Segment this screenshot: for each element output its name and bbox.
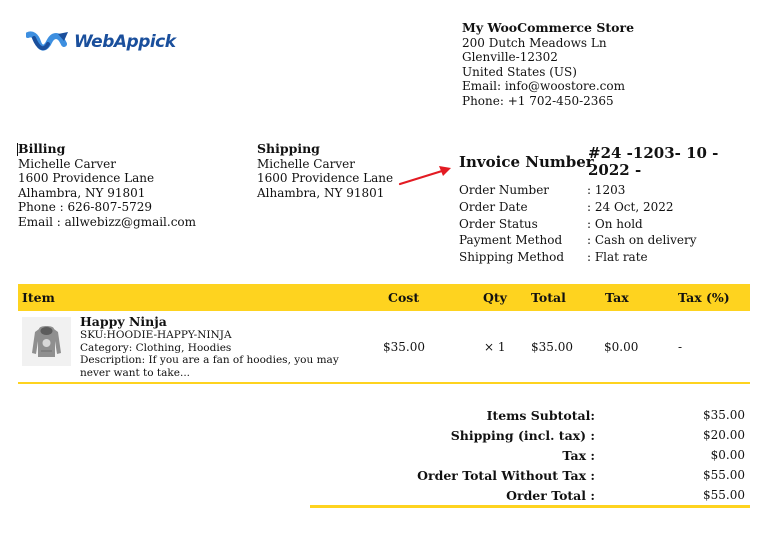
shipping-name: Michelle Carver	[257, 156, 355, 171]
totals-row: Items Subtotal: $35.00	[310, 405, 750, 425]
product-category: Category: Clothing, Hoodies	[80, 341, 232, 354]
red-arrow-icon	[398, 166, 451, 186]
meta-value: : On hold	[587, 216, 643, 231]
logo-text: WebAppick	[74, 32, 176, 52]
meta-value: : 1203	[587, 183, 626, 197]
billing-address: Billing Michelle Carver 1600 Providence …	[17, 141, 197, 229]
totals-divider	[310, 505, 750, 508]
header-tax-percent: Tax (%)	[678, 290, 730, 305]
totals-value: $0.00	[710, 448, 745, 462]
row-total: $35.00	[531, 340, 573, 354]
store-country: United States (US)	[462, 64, 577, 79]
billing-name: Michelle Carver	[18, 156, 116, 171]
meta-value: : Flat rate	[587, 250, 648, 265]
order-meta: Order Number : 1203 Order Date : 24 Oct,…	[459, 182, 697, 266]
invoice-number-value: #24 -1203- 10 - 2022 -	[588, 144, 719, 179]
totals-row: Tax : $0.00	[310, 445, 750, 465]
header-qty: Qty	[483, 290, 507, 305]
header-cost: Cost	[388, 290, 420, 305]
meta-value: : Cash on delivery	[587, 233, 697, 248]
store-address: My WooCommerce Store 200 Dutch Meadows L…	[462, 20, 635, 108]
totals-value: $55.00	[703, 488, 745, 502]
totals-row: Shipping (incl. tax) : $20.00	[310, 425, 750, 445]
totals-value: $55.00	[703, 468, 745, 482]
text-cursor	[17, 143, 18, 156]
items-table-header: Item Cost Qty Total Tax Tax (%)	[18, 284, 750, 311]
meta-key: Order Date	[459, 199, 528, 214]
meta-key: Shipping Method	[459, 250, 565, 265]
meta-row: Payment Method : Cash on delivery	[459, 232, 697, 249]
totals-row: Order Total Without Tax : $55.00	[310, 465, 750, 485]
store-phone: Phone: +1 702-450-2365	[462, 93, 614, 108]
meta-key: Order Number	[459, 183, 550, 197]
billing-title: Billing	[18, 141, 66, 156]
totals-label: Items Subtotal:	[486, 408, 595, 423]
row-qty: × 1	[484, 340, 506, 354]
totals-value: $35.00	[703, 408, 745, 422]
product-info: Happy Ninja SKU:HOODIE-HAPPY-NINJA Categ…	[80, 314, 350, 379]
row-cost: $35.00	[383, 340, 425, 354]
row-tax-percent: -	[678, 340, 683, 354]
meta-value: : 24 Oct, 2022	[587, 199, 674, 214]
billing-street: 1600 Providence Lane	[18, 171, 155, 185]
meta-row: Order Date : 24 Oct, 2022	[459, 199, 697, 216]
meta-key: Order Status	[459, 216, 538, 231]
meta-key: Payment Method	[459, 233, 563, 248]
row-tax: $0.00	[604, 340, 639, 354]
store-email: Email: info@woostore.com	[462, 79, 625, 93]
shipping-title: Shipping	[257, 141, 320, 156]
billing-phone: Phone : 626-807-5729	[18, 200, 152, 214]
billing-email: Email : allwebizz@gmail.com	[18, 214, 197, 229]
product-description: Description: If you are a fan of hoodies…	[80, 354, 339, 379]
store-name: My WooCommerce Store	[462, 20, 635, 35]
product-thumbnail	[22, 317, 71, 366]
totals-value: $20.00	[703, 428, 745, 442]
totals-label: Tax :	[562, 448, 595, 463]
product-name: Happy Ninja	[80, 314, 167, 329]
hoodie-icon	[22, 317, 71, 366]
meta-row: Order Number : 1203	[459, 182, 697, 199]
product-sku: SKU:HOODIE-HAPPY-NINJA	[80, 329, 232, 341]
header-total: Total	[531, 290, 566, 305]
shipping-address: Shipping Michelle Carver 1600 Providence…	[257, 141, 394, 200]
table-row: Happy Ninja SKU:HOODIE-HAPPY-NINJA Categ…	[18, 311, 750, 384]
header-tax: Tax	[605, 290, 629, 305]
meta-row: Shipping Method : Flat rate	[459, 249, 697, 266]
totals-label: Order Total Without Tax :	[417, 468, 595, 483]
store-address-line: 200 Dutch Meadows Ln	[462, 35, 607, 50]
order-totals: Items Subtotal: $35.00 Shipping (incl. t…	[310, 405, 750, 505]
totals-label: Order Total :	[506, 488, 595, 503]
invoice-number-label: Invoice Number	[459, 153, 594, 171]
shipping-city: Alhambra, NY 91801	[257, 185, 385, 200]
store-city-zip: Glenville-12302	[462, 50, 558, 64]
totals-label: Shipping (incl. tax) :	[450, 428, 595, 443]
header-item: Item	[22, 290, 55, 305]
shipping-street: 1600 Providence Lane	[257, 171, 394, 185]
webappick-logo-icon	[26, 31, 68, 51]
webappick-logo: WebAppick	[26, 30, 176, 54]
totals-row: Order Total : $55.00	[310, 485, 750, 505]
meta-row: Order Status : On hold	[459, 216, 697, 233]
billing-city: Alhambra, NY 91801	[18, 185, 146, 200]
